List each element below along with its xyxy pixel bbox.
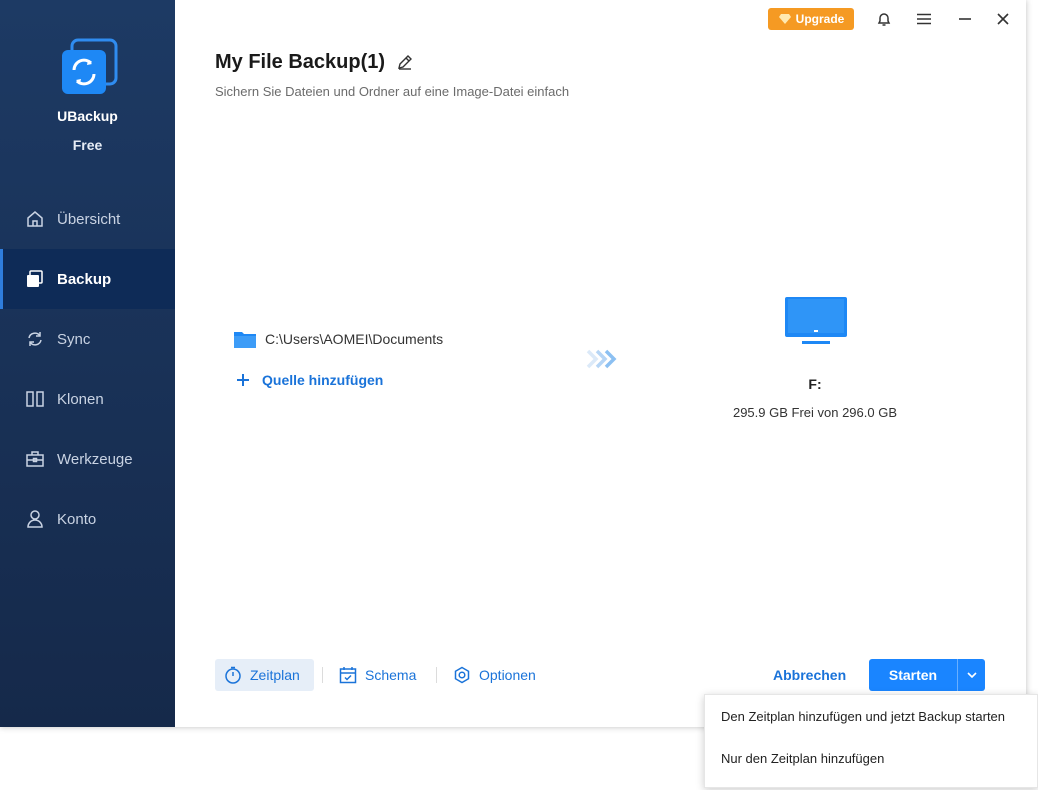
- page-title: My File Backup(1): [215, 51, 386, 73]
- options-button[interactable]: Optionen: [444, 659, 545, 691]
- notification-button[interactable]: [872, 8, 896, 30]
- hamburger-icon: [917, 13, 931, 25]
- start-dropdown-toggle[interactable]: [957, 659, 985, 691]
- page-subtitle: Sichern Sie Dateien und Ordner auf eine …: [215, 84, 570, 99]
- sidebar-item-label: Klonen: [57, 390, 104, 408]
- app-name: UBackup: [57, 108, 118, 124]
- chevron-down-icon: [966, 672, 977, 678]
- clone-icon: [26, 391, 44, 407]
- diamond-icon: [778, 14, 791, 24]
- menu-item-schedule-only[interactable]: Nur den Zeitplan hinzufügen: [705, 737, 1037, 779]
- cancel-button[interactable]: Abbrechen: [773, 667, 846, 683]
- home-icon: [27, 211, 43, 227]
- destination-drive-icon[interactable]: [784, 296, 848, 360]
- folder-icon: [234, 332, 256, 348]
- sidebar-nav: Übersicht Backup Sync Klonen Werkzeuge K…: [0, 189, 175, 549]
- schedule-button[interactable]: Zeitplan: [215, 659, 314, 691]
- sidebar-item-overview[interactable]: Übersicht: [0, 189, 175, 249]
- destination-free-space: 295.9 GB Frei von 296.0 GB: [732, 405, 898, 420]
- start-options-menu: Den Zeitplan hinzufügen und jetzt Backup…: [704, 694, 1038, 788]
- minimize-button[interactable]: [953, 8, 977, 30]
- menu-button[interactable]: [912, 8, 936, 30]
- schedule-label: Zeitplan: [250, 667, 300, 683]
- source-path: C:\Users\AOMEI\Documents: [265, 331, 444, 347]
- stopwatch-icon: [225, 666, 241, 684]
- toolbar-divider: [436, 667, 437, 683]
- upgrade-button[interactable]: Upgrade: [768, 8, 854, 30]
- menu-item-schedule-and-start[interactable]: Den Zeitplan hinzufügen und jetzt Backup…: [705, 695, 1037, 737]
- destination-drive-label: F:: [808, 376, 822, 392]
- options-label: Optionen: [479, 667, 536, 683]
- sidebar-item-account[interactable]: Konto: [0, 489, 175, 549]
- sidebar-item-label: Werkzeuge: [57, 450, 133, 468]
- bell-icon: [877, 13, 891, 26]
- close-icon: [997, 13, 1009, 25]
- calendar-check-icon: [339, 667, 357, 684]
- user-icon: [27, 510, 43, 528]
- backup-icon: [27, 270, 43, 287]
- close-button[interactable]: [991, 8, 1015, 30]
- sidebar-item-label: Konto: [57, 510, 97, 528]
- add-source-label: Quelle hinzufügen: [262, 372, 384, 388]
- settings-icon: [454, 666, 470, 684]
- sidebar-item-label: Übersicht: [57, 210, 121, 228]
- sidebar: UBackup Free Übersicht Backup Sync Klone…: [0, 0, 175, 727]
- sidebar-item-label: Sync: [57, 330, 91, 348]
- plus-icon: [237, 374, 249, 386]
- start-button[interactable]: Starten: [869, 659, 985, 691]
- app-edition: Free: [72, 137, 103, 153]
- sidebar-item-backup[interactable]: Backup: [0, 249, 175, 309]
- upgrade-label: Upgrade: [795, 12, 845, 26]
- sidebar-item-sync[interactable]: Sync: [0, 309, 175, 369]
- app-window: UBackup Free Übersicht Backup Sync Klone…: [0, 0, 1026, 727]
- start-label: Starten: [888, 667, 938, 683]
- sync-icon: [28, 332, 42, 346]
- minimize-icon: [959, 18, 971, 20]
- toolbar-divider: [322, 667, 323, 683]
- source-item[interactable]: C:\Users\AOMEI\Documents: [233, 329, 443, 349]
- add-source-button[interactable]: Quelle hinzufügen: [236, 372, 383, 388]
- scheme-label: Schema: [365, 667, 417, 683]
- sidebar-item-clone[interactable]: Klonen: [0, 369, 175, 429]
- toolbox-icon: [26, 451, 44, 467]
- scheme-button[interactable]: Schema: [330, 659, 425, 691]
- edit-icon[interactable]: [396, 53, 414, 71]
- sidebar-item-label: Backup: [57, 270, 112, 288]
- sidebar-item-tools[interactable]: Werkzeuge: [0, 429, 175, 489]
- direction-arrows-icon: [586, 349, 617, 369]
- app-logo-icon: [62, 38, 118, 94]
